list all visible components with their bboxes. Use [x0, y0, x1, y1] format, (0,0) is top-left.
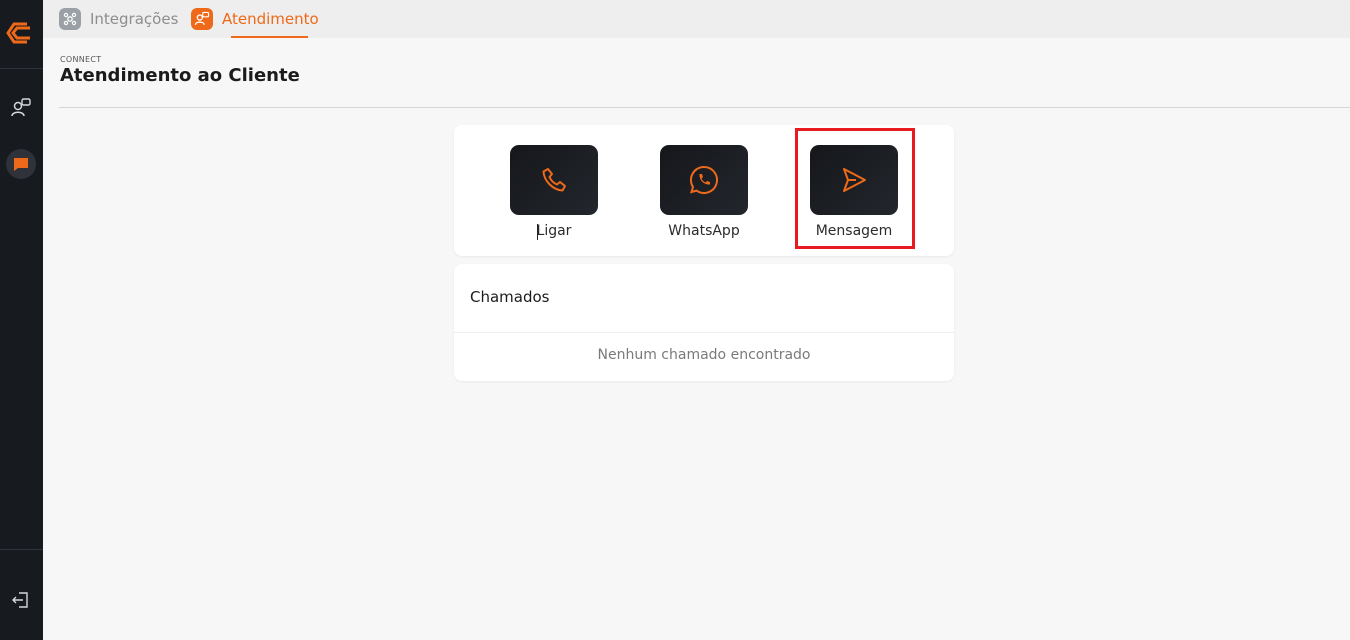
tab-atendimento[interactable]: Atendimento [191, 0, 319, 38]
chamados-divider [454, 332, 954, 333]
ligar-label: Ligar [536, 223, 572, 239]
whatsapp-icon [689, 165, 719, 194]
topbar: Integrações Atendimento [43, 0, 1350, 38]
mensagem-highlight-box [795, 128, 915, 249]
action-whatsapp[interactable]: WhatsApp [660, 145, 748, 239]
integrations-icon [59, 8, 81, 30]
whatsapp-label: WhatsApp [668, 223, 740, 239]
page-title: Atendimento ao Cliente [60, 65, 300, 86]
tab-label: Atendimento [222, 10, 319, 28]
tab-integracoes[interactable]: Integrações [59, 0, 178, 38]
phone-icon [542, 168, 566, 192]
active-tab-indicator [231, 36, 308, 38]
chamados-card: Chamados Nenhum chamado encontrado [454, 264, 954, 381]
sidebar-item-chat[interactable] [6, 149, 36, 179]
action-ligar[interactable]: Ligar [510, 145, 598, 239]
empty-state-text: Nenhum chamado encontrado [597, 347, 811, 363]
sidebar [0, 0, 43, 640]
agent-support-icon [191, 8, 213, 30]
tab-label: Integrações [90, 10, 179, 28]
chamados-title: Chamados [470, 288, 550, 306]
text-cursor [537, 224, 538, 240]
sidebar-divider-top [0, 68, 43, 69]
agent-support-icon[interactable] [10, 97, 32, 119]
chat-icon [14, 158, 28, 171]
ligar-button[interactable] [510, 145, 598, 215]
logout-icon[interactable] [10, 589, 32, 611]
sidebar-divider-bottom [0, 549, 43, 550]
header-divider [59, 107, 1350, 108]
breadcrumb: CONNECT [60, 55, 102, 64]
whatsapp-button[interactable] [660, 145, 748, 215]
connect-logo-icon[interactable] [5, 20, 35, 46]
